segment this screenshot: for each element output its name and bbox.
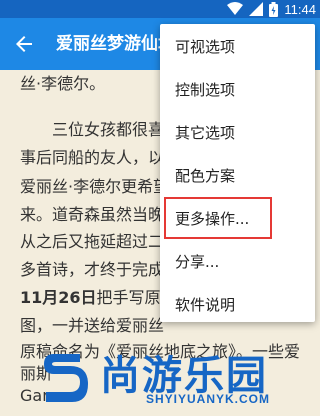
menu-item-share[interactable]: 分享... (160, 241, 315, 283)
text-line: 多首诗，才终于完成 (20, 260, 165, 279)
signal-icon (249, 2, 264, 16)
text-line: 丝·李德尔。 (20, 74, 106, 93)
text-line: 爱丽丝·李德尔更希望 (20, 177, 170, 196)
wifi-icon (227, 2, 244, 15)
menu-item-visual-options[interactable]: 可视选项 (160, 26, 315, 68)
text-line: 图，一并送给爱丽丝 (20, 316, 165, 335)
text-line: 从之后又拖延超过二 (20, 232, 165, 251)
text-line: 来。道奇森虽然当晚 (20, 205, 165, 224)
menu-item-about[interactable]: 软件说明 (160, 284, 315, 326)
battery-icon (269, 1, 279, 17)
text-line: 11月26日把手写原稿 (20, 284, 177, 308)
menu-item-other-options[interactable]: 其它选项 (160, 112, 315, 154)
arrow-back-icon[interactable] (12, 32, 36, 56)
menu-item-color-scheme[interactable]: 配色方案 (160, 155, 315, 197)
watermark-url: SHYIYUANYK.COM (146, 392, 271, 406)
overflow-menu: 可视选项 控制选项 其它选项 配色方案 更多操作... 分享... 软件说明 (160, 24, 315, 322)
status-bar: 11:44 (0, 0, 320, 18)
watermark: 尚游乐园 SHYIYUANYK.COM (0, 340, 320, 416)
status-icons: 11:44 (227, 0, 316, 18)
bold-date: 11月26日 (20, 288, 97, 307)
menu-item-control-options[interactable]: 控制选项 (160, 69, 315, 111)
status-time: 11:44 (284, 1, 316, 17)
highlight-annotation (164, 197, 272, 239)
watermark-logo-icon (44, 354, 88, 402)
text-line: 事后同船的友人，以 (20, 148, 165, 167)
text-line: 三位女孩都很喜 (52, 120, 165, 139)
